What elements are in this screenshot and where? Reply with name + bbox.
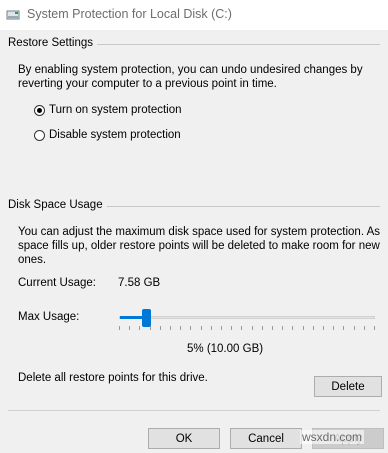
slider-tick (303, 326, 304, 330)
max-usage-slider[interactable] (119, 309, 375, 327)
slider-thumb[interactable] (142, 309, 151, 327)
radio-disable-protection[interactable]: Disable system protection (34, 127, 181, 143)
slider-tick (282, 326, 283, 330)
window-title: System Protection for Local Disk (C:) (27, 7, 232, 21)
disk-description-line: ones. (18, 254, 47, 266)
footer-separator (8, 410, 380, 411)
slider-tick (190, 326, 191, 330)
slider-tick (272, 326, 273, 330)
restore-settings-divider (92, 44, 380, 45)
slider-tick (354, 326, 355, 330)
slider-tick (231, 326, 232, 330)
drive-protection-icon (6, 10, 20, 20)
slider-tick (150, 326, 151, 330)
slider-tick (201, 326, 202, 330)
max-usage-value: 5% (10.00 GB) (187, 343, 264, 355)
slider-tick (333, 326, 334, 330)
restore-settings-heading: Restore Settings (8, 37, 98, 49)
slider-tick (180, 326, 181, 330)
radio-selected-icon[interactable] (34, 104, 45, 116)
slider-tick (139, 326, 140, 330)
slider-tick (221, 326, 222, 330)
disk-description-line: You can adjust the maximum disk space us… (18, 226, 381, 238)
delete-button[interactable]: Delete (314, 376, 382, 397)
max-usage-label: Max Usage: (18, 311, 80, 323)
radio-turn-on-label[interactable]: Turn on system protection (49, 104, 182, 116)
current-usage-label: Current Usage: (18, 277, 96, 289)
slider-tick (170, 326, 171, 330)
slider-tick (343, 326, 344, 330)
radio-unselected-icon[interactable] (34, 129, 45, 141)
slider-tick (313, 326, 314, 330)
radio-turn-on-protection[interactable]: Turn on system protection (34, 102, 182, 118)
disk-space-description: You can adjust the maximum disk space us… (18, 225, 380, 267)
radio-disable-label[interactable]: Disable system protection (49, 129, 181, 141)
slider-ticks (119, 326, 375, 330)
slider-tick (262, 326, 263, 330)
slider-tick (211, 326, 212, 330)
watermark-text: wsxdn.com (300, 430, 365, 444)
current-usage-value: 7.58 GB (118, 277, 161, 289)
cancel-button[interactable]: Cancel (230, 428, 302, 449)
disk-space-divider (96, 206, 380, 207)
slider-tick (129, 326, 130, 330)
disk-description-line: space fills up, older restore points wil… (18, 240, 380, 252)
restore-settings-description: By enabling system protection, you can u… (18, 63, 363, 91)
delete-description: Delete all restore points for this drive… (18, 372, 208, 384)
slider-tick (374, 326, 375, 330)
disk-space-heading: Disk Space Usage (8, 199, 107, 211)
ok-button[interactable]: OK (148, 428, 220, 449)
title-bar: System Protection for Local Disk (C:) (0, 0, 388, 30)
restore-description-line: reverting your computer to a previous po… (18, 78, 277, 90)
slider-tick (252, 326, 253, 330)
slider-tick (364, 326, 365, 330)
slider-tick (160, 326, 161, 330)
slider-tick (292, 326, 293, 330)
slider-tick (119, 326, 120, 330)
slider-tick (241, 326, 242, 330)
restore-description-line: By enabling system protection, you can u… (18, 64, 363, 76)
slider-tick (323, 326, 324, 330)
